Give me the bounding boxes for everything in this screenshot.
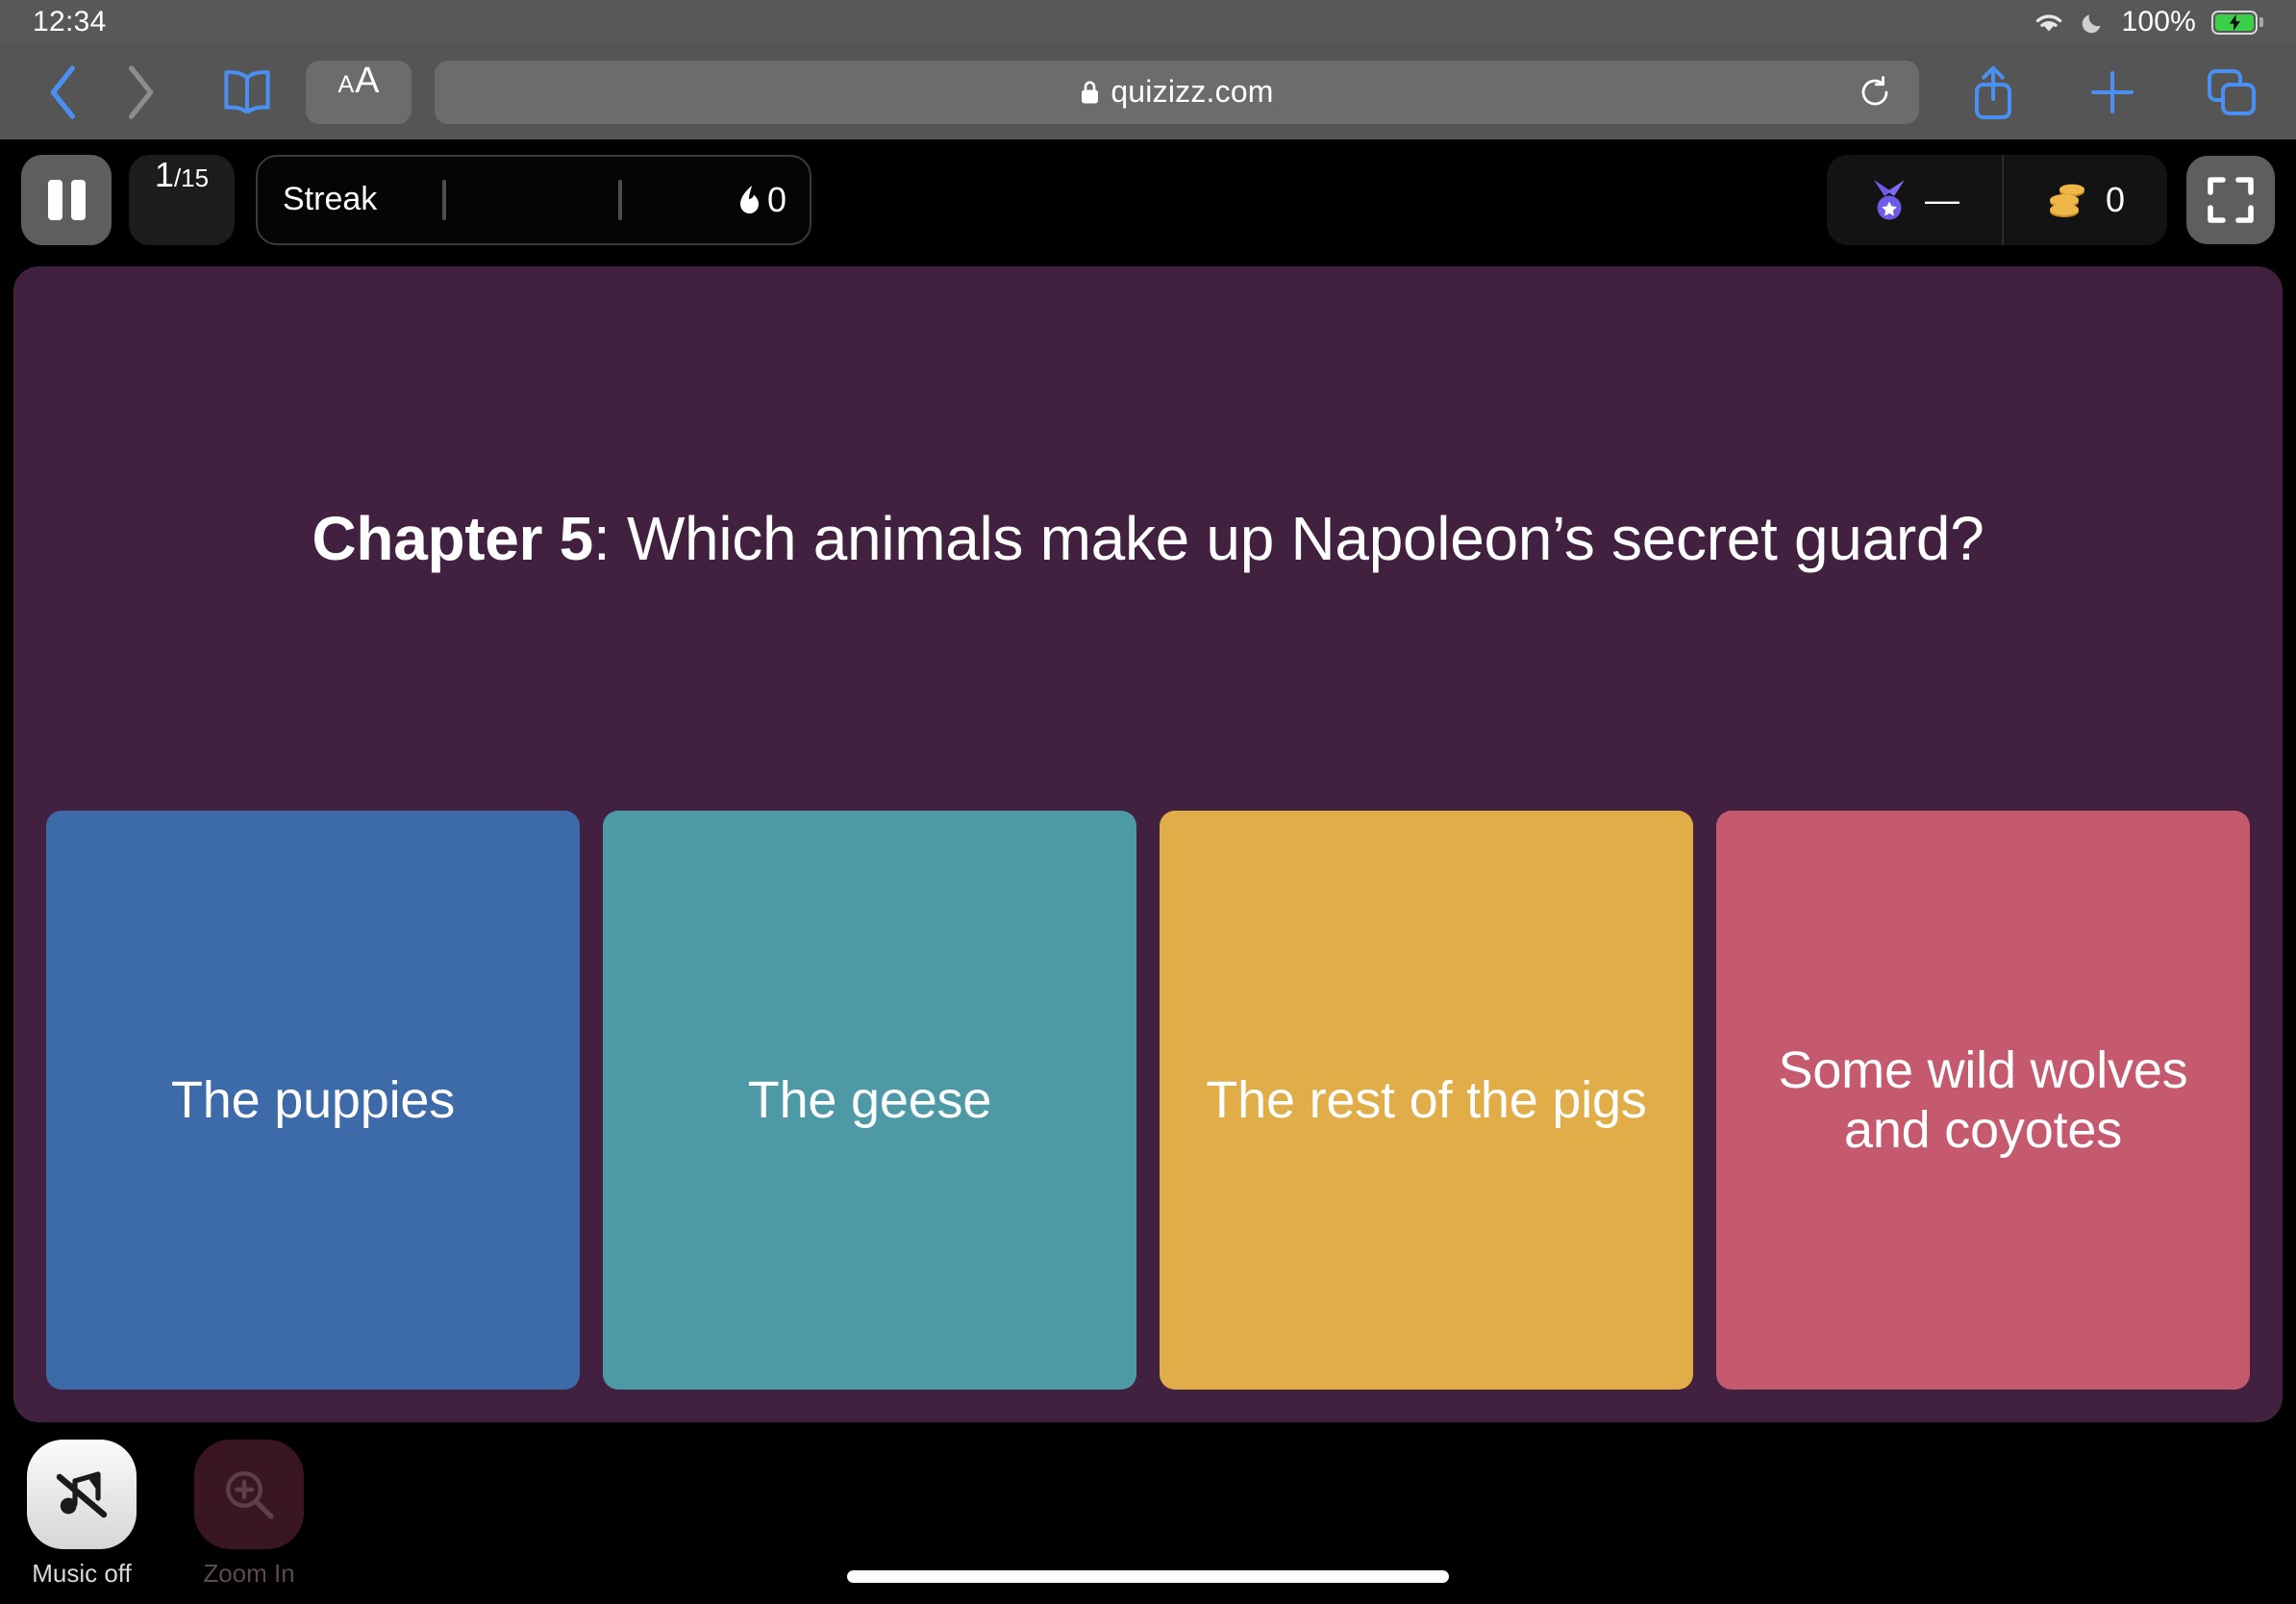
rank-indicator[interactable]: — <box>1827 155 2002 245</box>
streak-meter: Streak 0 <box>256 154 811 245</box>
medal-icon <box>1873 179 1905 219</box>
new-tab-button[interactable] <box>2075 55 2150 130</box>
battery-charging-icon <box>2211 10 2263 35</box>
question-prefix: Chapter 5 <box>312 504 593 573</box>
ios-status-bar: 12:34 100% <box>0 0 2296 44</box>
zoom-in-surface <box>194 1440 304 1549</box>
text-size-button[interactable]: A A <box>306 60 412 124</box>
question-body: : Which animals make up Napoleon’s secre… <box>592 504 1984 573</box>
lock-icon <box>1082 80 1099 103</box>
bottom-toolbar: Music off Zoom In <box>0 1422 2296 1604</box>
question-area: Chapter 5: Which animals make up Napoleo… <box>13 266 2283 811</box>
rank-value: — <box>1924 179 1959 219</box>
flame-icon <box>739 185 759 213</box>
answer-option-1[interactable]: The puppies <box>46 811 580 1390</box>
wifi-icon <box>2036 14 2062 32</box>
book-icon <box>224 69 270 114</box>
chevron-right-icon <box>129 64 154 119</box>
home-indicator[interactable] <box>847 1570 1449 1583</box>
music-toggle-button[interactable]: Music off <box>27 1440 137 1589</box>
question-current: 1 <box>154 154 174 194</box>
url-text: quizizz.com <box>1111 74 1274 109</box>
share-button[interactable] <box>1956 55 2031 130</box>
status-indicators: 100% <box>2033 6 2263 38</box>
aa-large-label: A <box>355 60 380 101</box>
answer-option-3[interactable]: The rest of the pigs <box>1160 811 1693 1390</box>
status-time: 12:34 <box>33 6 107 38</box>
pause-button[interactable] <box>21 154 112 245</box>
address-bar[interactable]: quizizz.com <box>435 60 1919 124</box>
bookmarks-button[interactable] <box>210 55 285 130</box>
reload-button[interactable] <box>1858 75 1892 110</box>
question-counter: 1 /15 <box>129 154 235 245</box>
streak-tick <box>442 179 446 220</box>
plus-icon <box>2091 70 2134 113</box>
music-toggle-surface <box>27 1440 137 1549</box>
zoom-in-button[interactable]: Zoom In <box>194 1440 304 1589</box>
coins-indicator[interactable]: 0 <box>2001 154 2167 245</box>
safari-toolbar: A A quizizz.com <box>0 44 2296 139</box>
coins-value: 0 <box>2105 179 2125 219</box>
answer-option-2[interactable]: The geese <box>603 811 1136 1390</box>
question-total: /15 <box>173 163 210 192</box>
pause-icon <box>70 179 86 220</box>
answer-label: Some wild wolves and coyotes <box>1778 1040 2188 1159</box>
aa-small-label: A <box>337 70 355 98</box>
question-panel: Chapter 5: Which animals make up Napoleo… <box>13 266 2283 1422</box>
streak-count: 0 <box>766 179 786 219</box>
coins-icon <box>2049 184 2084 217</box>
streak-label: Streak <box>283 181 378 217</box>
streak-tick <box>618 179 622 220</box>
answer-label: The rest of the pigs <box>1206 1070 1647 1129</box>
magnifier-plus-icon <box>226 1471 274 1519</box>
chevron-left-icon <box>50 64 76 119</box>
answer-options: The puppies The geese The rest of the pi… <box>13 811 2283 1422</box>
music-note-slash-icon <box>56 1471 108 1518</box>
fullscreen-icon <box>2208 176 2254 223</box>
music-toggle-label: Music off <box>32 1559 132 1588</box>
back-button[interactable] <box>27 55 102 130</box>
score-group: — 0 <box>1826 154 2167 245</box>
tabs-button[interactable] <box>2194 55 2269 130</box>
pause-icon <box>47 179 62 220</box>
fullscreen-button[interactable] <box>2186 155 2275 244</box>
zoom-in-label: Zoom In <box>203 1559 295 1588</box>
answer-label: The geese <box>747 1070 992 1129</box>
tabs-icon <box>2208 68 2256 115</box>
answer-label: The puppies <box>170 1070 455 1129</box>
forward-button[interactable] <box>102 55 177 130</box>
share-icon <box>1975 65 2011 119</box>
battery-percent: 100% <box>2121 6 2196 38</box>
quiz-header-bar: 1 /15 Streak 0 — 0 <box>0 139 2296 260</box>
question-text: Chapter 5: Which animals make up Napoleo… <box>312 500 1984 577</box>
moon-icon <box>2083 14 2101 34</box>
answer-option-4[interactable]: Some wild wolves and coyotes <box>1716 811 2250 1390</box>
